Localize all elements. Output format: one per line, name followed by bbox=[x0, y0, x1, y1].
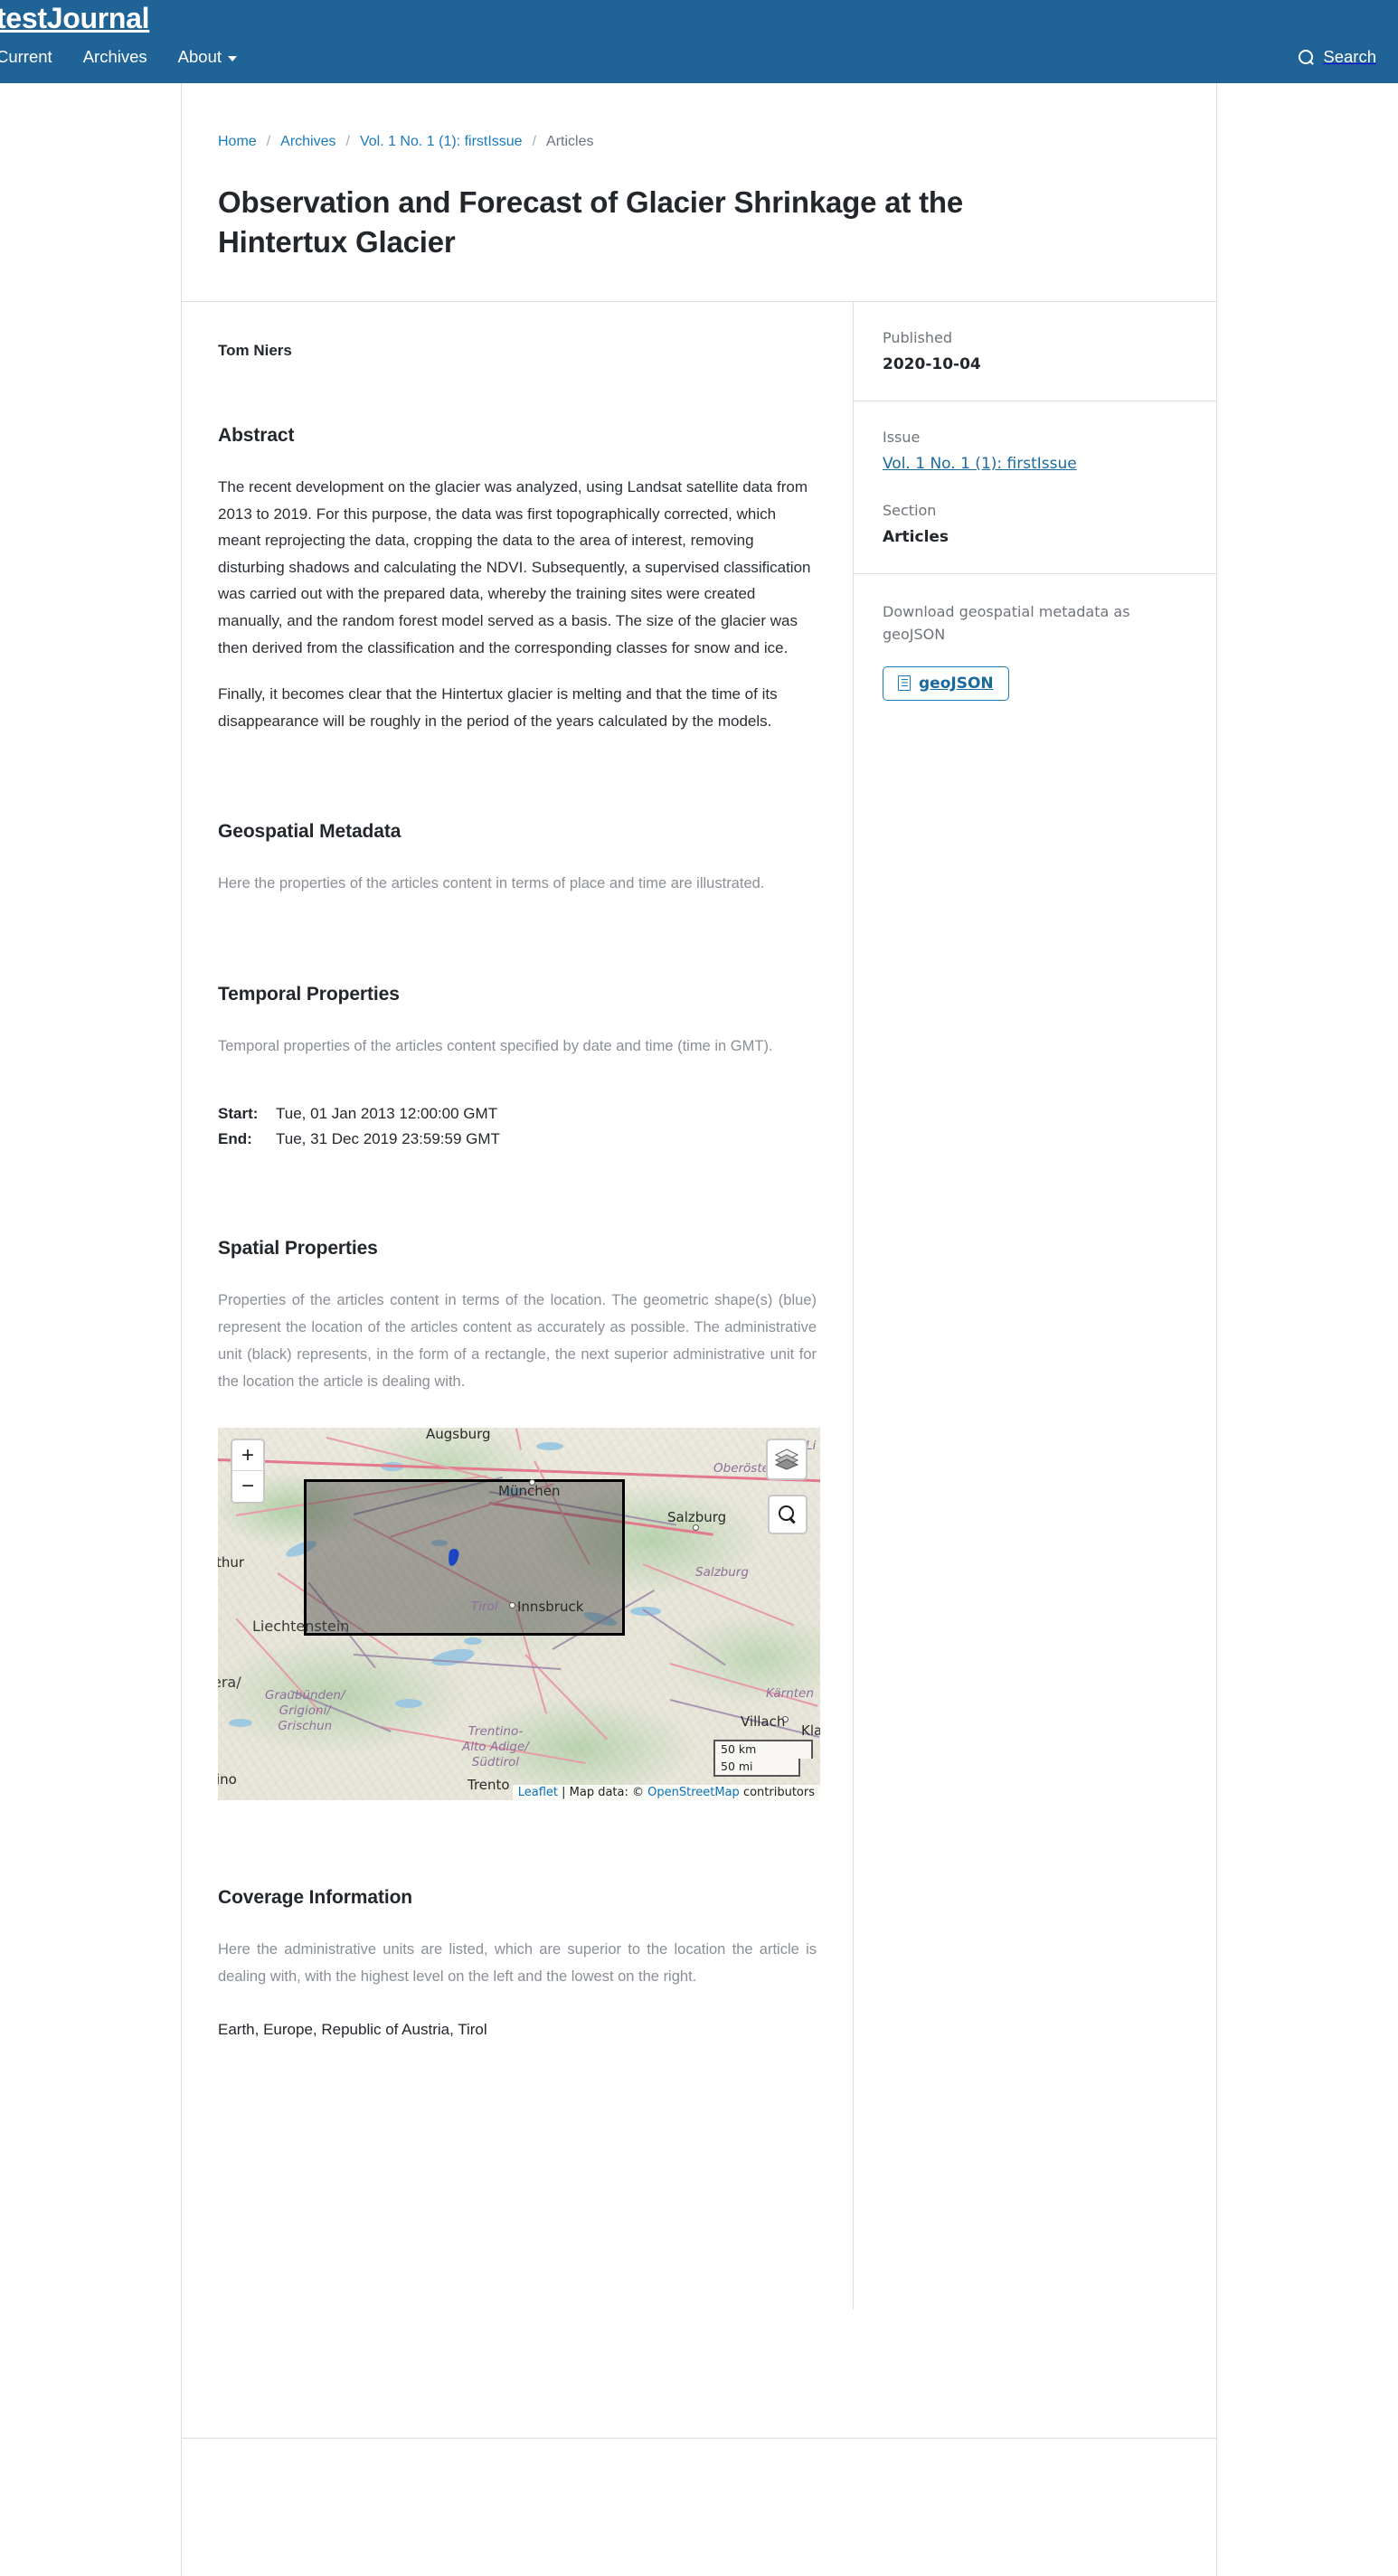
coverage-information-heading: Coverage Information bbox=[218, 1887, 413, 1909]
temporal-end-value: Tue, 31 Dec 2019 23:59:59 GMT bbox=[276, 1129, 500, 1147]
content-container: Home / Archives / Vol. 1 No. 1 (1): firs… bbox=[181, 83, 1217, 2439]
temporal-end-row: End: Tue, 31 Dec 2019 23:59:59 GMT bbox=[218, 1127, 817, 1152]
map-label-ino: ino bbox=[218, 1771, 237, 1788]
article-authors: Tom Niers bbox=[218, 342, 292, 360]
map-label-trento: Trento bbox=[468, 1777, 510, 1794]
map-label-salzburg-region: Salzburg bbox=[695, 1565, 749, 1581]
article-main-column: Tom Niers Abstract The recent developmen… bbox=[182, 302, 854, 2310]
document-icon bbox=[898, 675, 911, 692]
map-label-tirol: Tirol bbox=[471, 1599, 498, 1615]
map-label-innsbruck: Innsbruck bbox=[517, 1599, 584, 1616]
footer-area bbox=[181, 2439, 1217, 2576]
spatial-properties-description: Properties of the articles content in te… bbox=[218, 1292, 817, 1391]
section-value: Articles bbox=[883, 528, 949, 547]
breadcrumb-item-home[interactable]: Home bbox=[218, 134, 257, 150]
nav-item-current[interactable]: Current bbox=[0, 47, 52, 67]
section-label: Section bbox=[883, 502, 937, 520]
map-label-era: era/ bbox=[218, 1674, 241, 1692]
map-scale-km: 50 km bbox=[713, 1739, 813, 1759]
temporal-properties-heading: Temporal Properties bbox=[218, 984, 400, 1005]
search-button[interactable]: Search bbox=[1299, 47, 1376, 67]
nav-item-archives[interactable]: Archives bbox=[83, 47, 147, 67]
temporal-end-label: End: bbox=[218, 1129, 252, 1147]
issue-link[interactable]: Vol. 1 No. 1 (1): firstIssue bbox=[883, 455, 1077, 473]
leaflet-map[interactable]: Augsburg München Salzburg Oberöste Li Sa… bbox=[218, 1428, 820, 1801]
breadcrumb-item-archives[interactable]: Archives bbox=[280, 134, 335, 150]
page-title: Observation and Forecast of Glacier Shri… bbox=[218, 185, 964, 259]
map-label-liechtenstein: Liechtenstein bbox=[252, 1618, 350, 1636]
spatial-properties-heading: Spatial Properties bbox=[218, 1238, 378, 1260]
search-label: Search bbox=[1323, 47, 1376, 66]
article-body: Tom Niers Abstract The recent developmen… bbox=[182, 302, 1216, 2310]
site-header: testJournal Current Archives About Searc… bbox=[0, 0, 1398, 83]
temporal-properties-description: Temporal properties of the articles cont… bbox=[218, 1038, 773, 1055]
search-icon bbox=[1299, 49, 1314, 65]
map-search-button[interactable] bbox=[768, 1495, 808, 1535]
map-scale-control: 50 km 50 mi bbox=[713, 1739, 813, 1778]
attribution-mid-text: | Map data: © bbox=[558, 1786, 648, 1800]
abstract-paragraph: The recent development on the glacier wa… bbox=[218, 478, 811, 656]
breadcrumb-item-issue[interactable]: Vol. 1 No. 1 (1): firstIssue bbox=[360, 134, 523, 150]
published-label: Published bbox=[883, 329, 953, 347]
map-zoom-control: + − bbox=[231, 1439, 265, 1505]
temporal-start-label: Start: bbox=[218, 1105, 259, 1123]
geospatial-metadata-description: Here the properties of the articles cont… bbox=[218, 875, 765, 892]
nav-item-about[interactable]: About bbox=[177, 47, 238, 67]
map-label-karnten: Kärnten bbox=[766, 1686, 814, 1702]
map-zoom-in-button[interactable]: + bbox=[232, 1440, 263, 1472]
map-label-villach: Villach bbox=[741, 1713, 786, 1731]
openstreetmap-link[interactable]: OpenStreetMap bbox=[647, 1786, 740, 1799]
abstract-paragraph: Finally, it becomes clear that the Hinte… bbox=[218, 685, 778, 730]
map-label-trentino: Trentino- Alto Adige/ Südtirol bbox=[462, 1724, 529, 1770]
chevron-down-icon bbox=[228, 56, 238, 61]
breadcrumb-item-articles: Articles bbox=[546, 134, 594, 149]
breadcrumb-separator: / bbox=[266, 134, 271, 149]
attribution-tail-text: contributors bbox=[739, 1786, 815, 1800]
map-label-oberosterreich: Oberöste bbox=[713, 1461, 770, 1477]
download-geojson-label: geoJSON bbox=[919, 674, 994, 693]
temporal-start-row: Start: Tue, 01 Jan 2013 12:00:00 GMT bbox=[218, 1101, 817, 1127]
temporal-values: Start: Tue, 01 Jan 2013 12:00:00 GMT End… bbox=[218, 1101, 817, 1151]
coverage-information-description: Here the administrative units are listed… bbox=[218, 1941, 817, 1986]
download-geojson-button[interactable]: geoJSON bbox=[883, 665, 1009, 701]
map-label-munchen: München bbox=[498, 1483, 561, 1500]
map-label-thur: thur bbox=[218, 1554, 245, 1571]
breadcrumb-separator: / bbox=[345, 134, 350, 149]
issue-label: Issue bbox=[883, 429, 921, 447]
map-zoom-out-button[interactable]: − bbox=[232, 1471, 263, 1503]
breadcrumb: Home / Archives / Vol. 1 No. 1 (1): firs… bbox=[182, 83, 1216, 150]
map-label-salzburg-city: Salzburg bbox=[667, 1509, 727, 1526]
site-title[interactable]: testJournal bbox=[0, 2, 149, 35]
nav-item-about-label: About bbox=[177, 47, 222, 66]
download-description: Download geospatial metadata as geoJSON bbox=[883, 603, 1130, 643]
map-label-klagenfurt: Klag bbox=[801, 1722, 820, 1740]
map-layers-button[interactable] bbox=[766, 1439, 808, 1481]
map-search-icon bbox=[779, 1505, 797, 1524]
map-label-augsburg: Augsburg bbox=[426, 1428, 491, 1443]
sidebar-published-block: Published 2020-10-04 bbox=[854, 302, 1216, 402]
map-attribution: Leaflet | Map data: © OpenStreetMap cont… bbox=[512, 1785, 820, 1801]
leaflet-link[interactable]: Leaflet bbox=[518, 1786, 558, 1799]
sidebar-download-block: Download geospatial metadata as geoJSON … bbox=[854, 574, 1216, 728]
layers-icon bbox=[775, 1448, 798, 1471]
map-scale-mi: 50 mi bbox=[713, 1758, 800, 1778]
geospatial-metadata-heading: Geospatial Metadata bbox=[218, 821, 401, 843]
abstract-heading: Abstract bbox=[218, 425, 295, 447]
article-sidebar: Published 2020-10-04 Issue Vol. 1 No. 1 … bbox=[854, 302, 1216, 2309]
map-label-graubunden: Graubünden/ Grigioni/ Grischun bbox=[265, 1688, 345, 1734]
sidebar-issue-block: Issue Vol. 1 No. 1 (1): firstIssue Secti… bbox=[854, 401, 1216, 575]
temporal-start-value: Tue, 01 Jan 2013 12:00:00 GMT bbox=[276, 1105, 498, 1123]
page-wrapper: Home / Archives / Vol. 1 No. 1 (1): firs… bbox=[0, 83, 1398, 2576]
published-value: 2020-10-04 bbox=[883, 355, 981, 374]
coverage-units: Earth, Europe, Republic of Austria, Tiro… bbox=[218, 2021, 487, 2039]
breadcrumb-separator: / bbox=[532, 134, 537, 149]
primary-nav: Current Archives About bbox=[0, 47, 238, 67]
